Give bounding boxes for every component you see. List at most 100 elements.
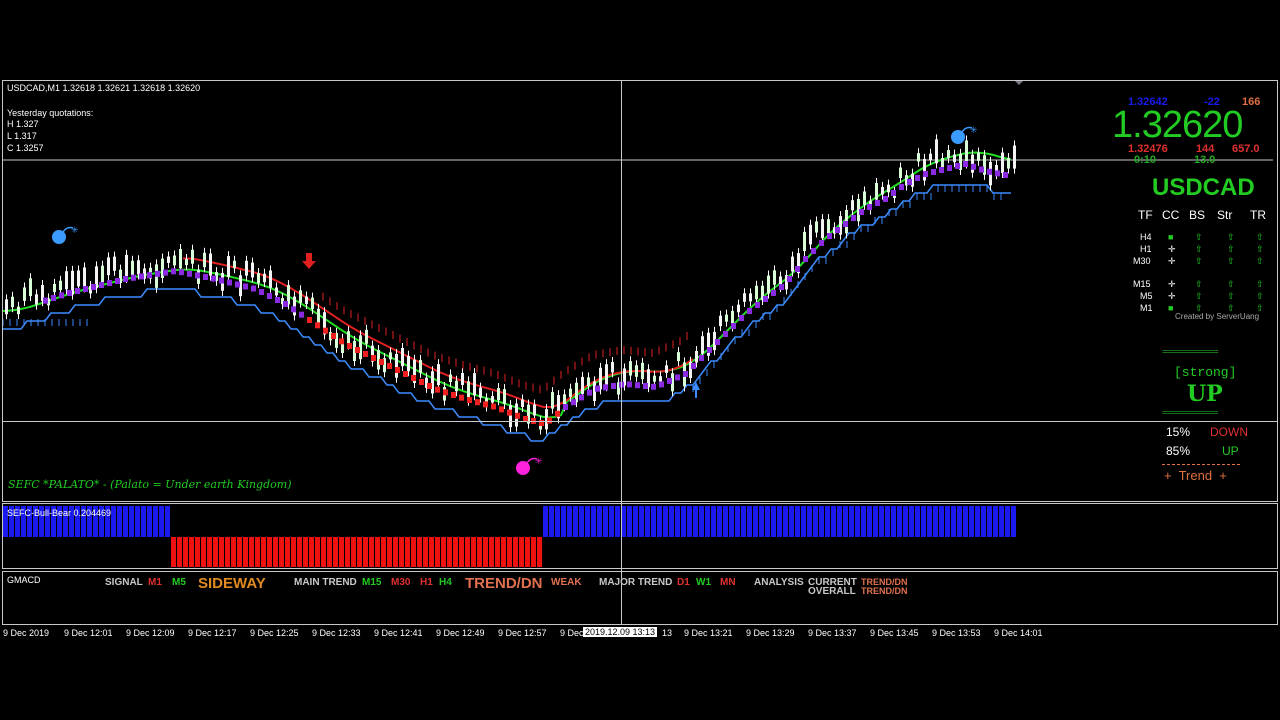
trend-dot (59, 292, 64, 299)
trend-dot (699, 355, 704, 361)
histogram-bar (135, 506, 140, 537)
histogram-bar (243, 537, 248, 567)
trend-dot (835, 227, 840, 233)
trend-dot (211, 275, 216, 282)
histogram-bar (549, 506, 554, 537)
trend-dot (43, 297, 48, 304)
cross-icon: ✛ (1168, 279, 1176, 289)
trend-dot (1003, 172, 1008, 178)
trend-dot (915, 175, 920, 181)
candle-body (791, 256, 794, 272)
candle-body (5, 299, 8, 315)
histogram-bar (747, 506, 752, 537)
candle-body (587, 377, 590, 386)
histogram-bar (345, 537, 350, 567)
candle-body (641, 362, 644, 380)
histogram-bar (717, 506, 722, 537)
histogram-bar (123, 506, 128, 537)
trend-dot (883, 196, 888, 202)
histogram-bar (819, 506, 824, 537)
histogram-bar (183, 537, 188, 567)
histogram-bar (171, 537, 176, 567)
trend-dot (635, 382, 640, 389)
trend-dot (651, 383, 656, 390)
candle-body (815, 221, 818, 233)
histogram-bar (111, 506, 116, 537)
candle-body (101, 265, 104, 283)
trend-dot (195, 272, 200, 279)
arrow-up-icon: ⇧ (1195, 291, 1203, 301)
panel-symbol: USDCAD (1152, 174, 1255, 201)
arrow-up-icon: ⇧ (1256, 244, 1264, 254)
histogram-bar (369, 537, 374, 567)
moving-average-line (3, 151, 1012, 419)
trend-dot (987, 168, 992, 175)
histogram-bar (699, 506, 704, 537)
histogram-bar (933, 506, 938, 537)
main-weak: WEAK (551, 577, 582, 588)
square-icon: ■ (1168, 232, 1174, 242)
trend-dot (555, 410, 560, 417)
trend-dot (219, 277, 224, 284)
trend-dot (771, 290, 776, 296)
candle-body (137, 260, 140, 275)
trend-dot (667, 377, 672, 384)
arrow-up-icon: ⇧ (1256, 232, 1264, 242)
big-price: 1.32620 (1112, 104, 1243, 146)
trend-dot (803, 256, 808, 262)
trend-dot (859, 209, 864, 215)
trend-dot (443, 389, 448, 396)
histogram-bar (993, 506, 998, 537)
candle-body (185, 258, 188, 266)
candle-body (113, 256, 116, 271)
candle-body (461, 373, 464, 385)
candle-body (755, 285, 758, 300)
sell-arrow-icon (302, 253, 316, 269)
bull-bear-label: SEFC-Bull-Bear 0.204469 (7, 508, 112, 518)
candle-body (881, 186, 884, 195)
trend-dot (731, 323, 736, 329)
candle-body (803, 231, 806, 252)
trend-dot (99, 282, 104, 288)
trend-dot (371, 355, 376, 361)
histogram-bar (267, 537, 272, 567)
histogram-bar (957, 506, 962, 537)
bomb-icon-spark: ✳ (535, 456, 543, 466)
trend-dot (707, 347, 712, 353)
trend-dot (963, 161, 968, 167)
trend-dot (363, 351, 368, 357)
histogram-bar (663, 506, 668, 537)
histogram-bar (759, 506, 764, 537)
trend-divider (1162, 464, 1240, 465)
trend-dot (171, 268, 176, 275)
histogram-bar (291, 537, 296, 567)
main-h1: H1 (420, 577, 433, 588)
histogram-bar (357, 537, 362, 567)
trend-dot (155, 270, 160, 277)
time-tick-label: 9 Dec 13:29 (746, 628, 795, 638)
trend-dot (347, 343, 352, 349)
trend-dot (283, 301, 288, 307)
divider-bottom: ================== (1162, 410, 1219, 417)
candle-body (311, 297, 314, 310)
histogram-bar (633, 506, 638, 537)
trend-dot (107, 280, 112, 286)
candle-body (77, 270, 80, 287)
histogram-bar (921, 506, 926, 537)
histogram-bar (771, 506, 776, 537)
main-trend-label: MAIN TREND (294, 577, 357, 588)
down-label: DOWN (1210, 425, 1248, 439)
histogram-bar (765, 506, 770, 537)
timer-value: 13.0 (1194, 154, 1216, 166)
candle-body (875, 182, 878, 200)
histogram-bar (471, 537, 476, 567)
histogram-bar (981, 506, 986, 537)
histogram-bar (489, 537, 494, 567)
histogram-bar (705, 506, 710, 537)
main-state: TREND/DN (465, 575, 543, 592)
price-chart-canvas[interactable]: ✳ ✳ ✳ (3, 81, 1273, 501)
time-tick-label: 9 Dec 2019 (3, 628, 50, 638)
candle-body (401, 347, 404, 367)
trend-dot (307, 317, 312, 323)
arrow-up-icon: ⇧ (1227, 256, 1235, 266)
